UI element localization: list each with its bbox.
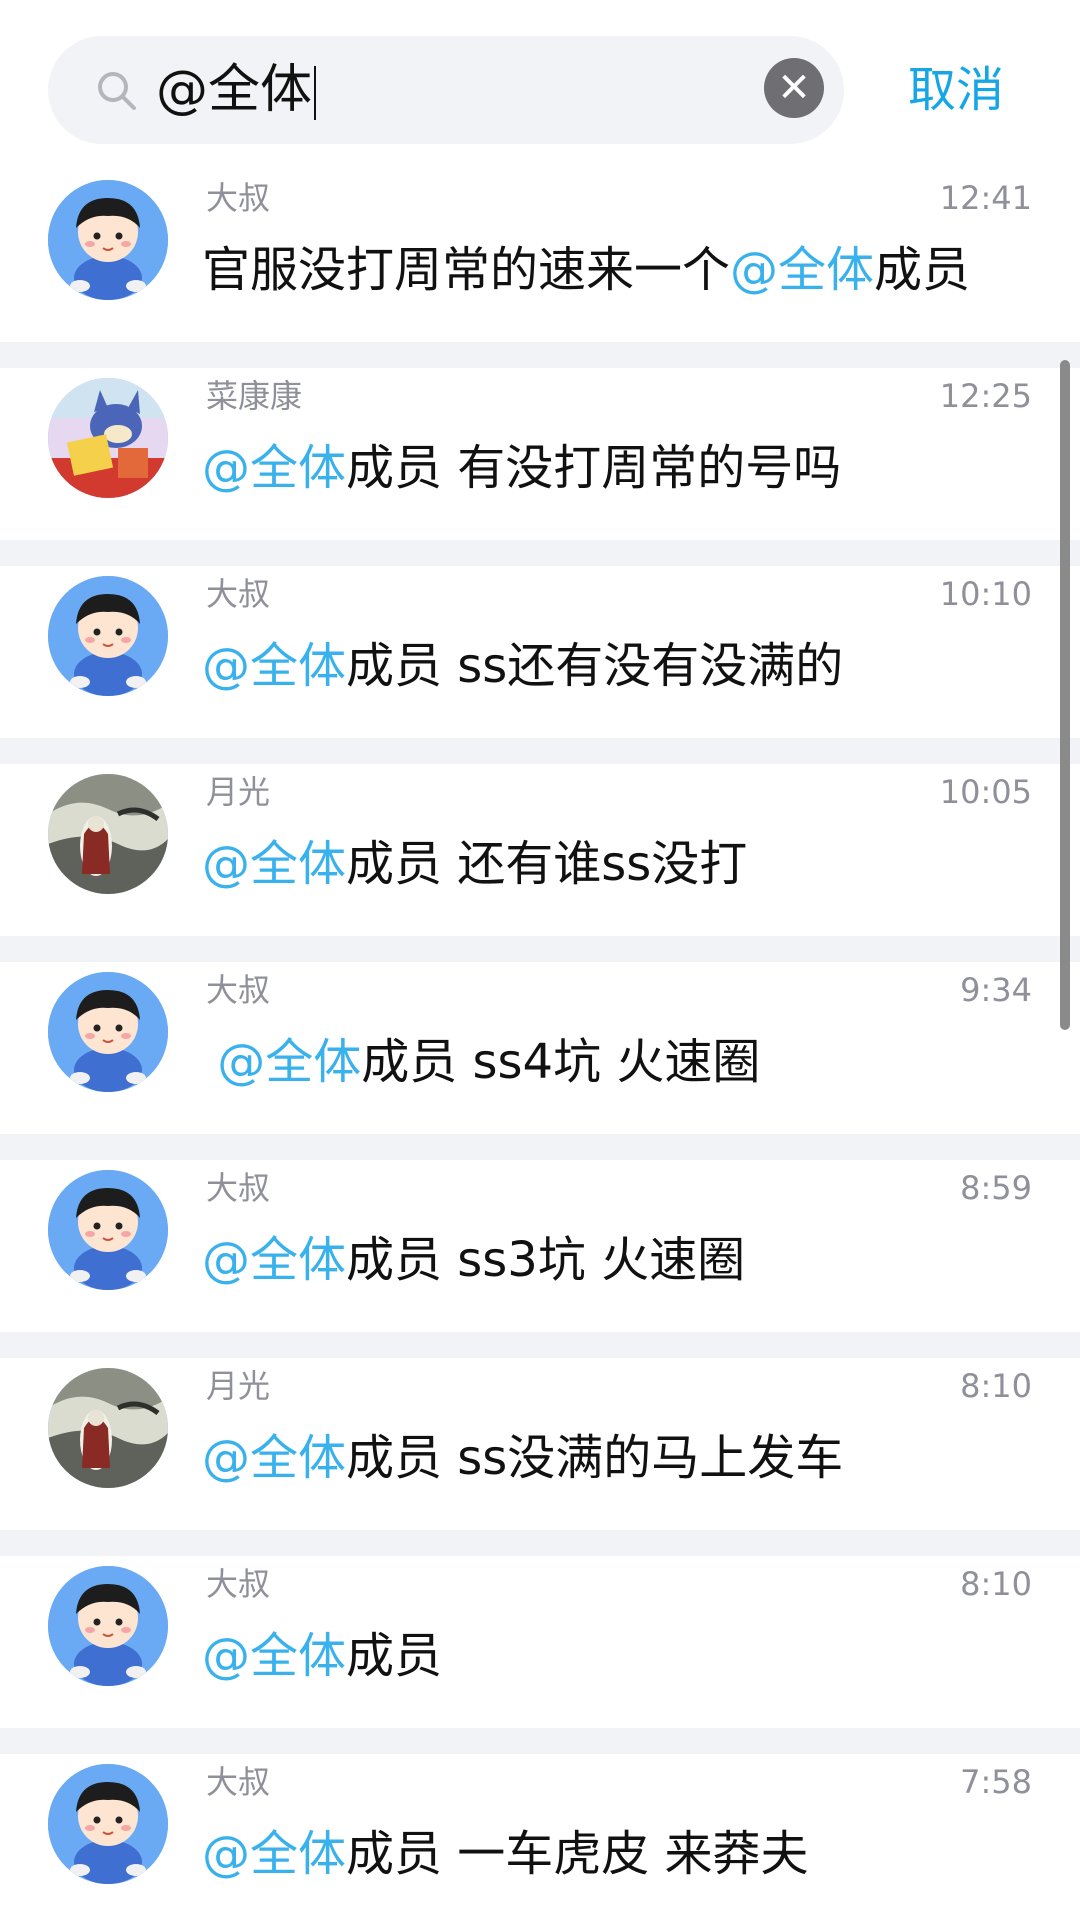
avatar[interactable]: [48, 1566, 168, 1686]
search-result-item[interactable]: 大叔 12:41 官服没打周常的速来一个@全体成员: [0, 170, 1080, 342]
mention-highlight: @全体: [202, 836, 347, 892]
mention-highlight: @全体: [202, 440, 347, 496]
avatar[interactable]: [48, 1170, 168, 1290]
list-divider: [0, 540, 1080, 566]
search-input[interactable]: @全体: [156, 58, 317, 122]
search-result-item[interactable]: 大叔 10:10 @全体成员 ss还有没有没满的: [0, 566, 1080, 738]
message-time: 9:34: [960, 971, 1032, 1009]
message-text: @全体成员 有没打周常的号吗: [202, 438, 841, 498]
cancel-button[interactable]: 取消: [908, 60, 1004, 120]
sender-name: 大叔: [206, 575, 271, 613]
mention-highlight: @全体: [202, 1430, 347, 1486]
message-text: @全体成员 ss4坑 火速圈: [202, 1032, 760, 1092]
message-text: @全体成员: [202, 1626, 442, 1686]
message-time: 12:25: [939, 377, 1032, 415]
avatar[interactable]: [48, 1368, 168, 1488]
message-rest: 成员: [346, 1628, 443, 1684]
message-text: @全体成员 ss还有没有没满的: [202, 636, 843, 696]
message-time: 7:58: [960, 1763, 1032, 1801]
avatar[interactable]: [48, 378, 168, 498]
search-result-item[interactable]: 菜康康 12:25 @全体成员 有没打周常的号吗: [0, 368, 1080, 540]
message-time: 8:10: [960, 1367, 1032, 1405]
mention-highlight: @全体: [202, 1232, 347, 1288]
list-divider: [0, 1134, 1080, 1160]
avatar[interactable]: [48, 774, 168, 894]
search-icon: [98, 72, 136, 110]
sender-name: 大叔: [206, 179, 271, 217]
message-rest: 成员 ss3坑 火速圈: [346, 1232, 746, 1288]
message-rest: 成员 ss还有没有没满的: [346, 638, 844, 694]
text-caret: [314, 66, 317, 120]
search-result-item[interactable]: 大叔 8:10 @全体成员: [0, 1556, 1080, 1728]
message-text: @全体成员 ss3坑 火速圈: [202, 1230, 745, 1290]
message-time: 10:10: [939, 575, 1032, 613]
message-text: @全体成员 一车虎皮 来莽夫: [202, 1824, 809, 1884]
message-prefix: 官服没打周常的速来一个: [202, 242, 731, 298]
avatar[interactable]: [48, 576, 168, 696]
mention-highlight: @全体: [730, 242, 875, 298]
list-divider: [0, 936, 1080, 962]
sender-name: 大叔: [206, 1565, 271, 1603]
sender-name: 大叔: [206, 1169, 271, 1207]
message-rest: 成员 ss4坑 火速圈: [361, 1034, 761, 1090]
search-result-item[interactable]: 月光 8:10 @全体成员 ss没满的马上发车: [0, 1358, 1080, 1530]
list-divider: [0, 342, 1080, 368]
sender-name: 大叔: [206, 971, 271, 1009]
message-time: 10:05: [939, 773, 1032, 811]
search-result-item[interactable]: 大叔 9:34 @全体成员 ss4坑 火速圈: [0, 962, 1080, 1134]
message-rest: 成员 一车虎皮 来莽夫: [346, 1826, 809, 1882]
list-divider: [0, 738, 1080, 764]
mention-highlight: @全体: [217, 1034, 362, 1090]
scrollbar[interactable]: [1060, 360, 1070, 1030]
avatar[interactable]: [48, 972, 168, 1092]
message-text: @全体成员 还有谁ss没打: [202, 834, 747, 894]
search-result-item[interactable]: 月光 10:05 @全体成员 还有谁ss没打: [0, 764, 1080, 936]
list-divider: [0, 1530, 1080, 1556]
avatar[interactable]: [48, 1764, 168, 1884]
message-time: 12:41: [939, 179, 1032, 217]
message-time: 8:10: [960, 1565, 1032, 1603]
message-rest: 成员 还有谁ss没打: [346, 836, 748, 892]
message-rest: 成员 有没打周常的号吗: [346, 440, 842, 496]
search-field[interactable]: @全体 ✕: [48, 36, 844, 144]
list-divider: [0, 1728, 1080, 1754]
sender-name: 菜康康: [206, 377, 303, 415]
message-text: 官服没打周常的速来一个@全体成员: [202, 240, 970, 300]
message-rest: 成员 ss没满的马上发车: [346, 1430, 844, 1486]
clear-search-button[interactable]: ✕: [764, 58, 824, 118]
search-result-item[interactable]: 大叔 7:58 @全体成员 一车虎皮 来莽夫: [0, 1754, 1080, 1926]
search-query: @全体: [156, 60, 313, 120]
sender-name: 月光: [206, 773, 271, 811]
message-time: 8:59: [960, 1169, 1032, 1207]
avatar[interactable]: [48, 180, 168, 300]
sender-name: 月光: [206, 1367, 271, 1405]
search-results-list: 大叔 12:41 官服没打周常的速来一个@全体成员 菜康康 12:25 @全体成员 有没打…: [0, 170, 1080, 1926]
mention-highlight: @全体: [202, 638, 347, 694]
list-divider: [0, 1332, 1080, 1358]
close-icon: ✕: [777, 65, 811, 111]
search-bar-area: @全体 ✕ 取消: [0, 0, 1080, 170]
mention-highlight: @全体: [202, 1826, 347, 1882]
search-result-item[interactable]: 大叔 8:59 @全体成员 ss3坑 火速圈: [0, 1160, 1080, 1332]
message-prefix: [202, 1034, 217, 1090]
sender-name: 大叔: [206, 1763, 271, 1801]
message-rest: 成员: [874, 242, 971, 298]
message-text: @全体成员 ss没满的马上发车: [202, 1428, 843, 1488]
mention-highlight: @全体: [202, 1628, 347, 1684]
